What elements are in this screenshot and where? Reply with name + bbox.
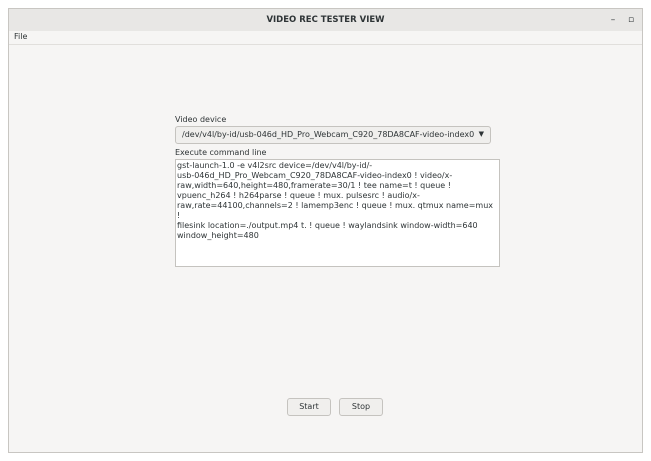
window-title: VIDEO REC TESTER VIEW — [266, 15, 385, 25]
chevron-down-icon: ▼ — [478, 130, 484, 138]
title-bar[interactable]: VIDEO REC TESTER VIEW – ▫ — [9, 9, 642, 32]
video-device-label: Video device — [175, 115, 227, 124]
start-button[interactable]: Start — [287, 398, 331, 416]
command-line-text: gst-launch-1.0 -e v4l2src device=/dev/v4… — [177, 161, 493, 240]
maximize-icon[interactable]: ▫ — [624, 14, 638, 26]
video-device-select[interactable]: /dev/v4l/by-id/usb-046d_HD_Pro_Webcam_C9… — [175, 126, 491, 144]
app-window: VIDEO REC TESTER VIEW – ▫ File Video dev… — [8, 8, 643, 453]
menu-file[interactable]: File — [14, 32, 27, 41]
menu-bar: File — [9, 31, 642, 45]
command-line-label: Execute command line — [175, 148, 267, 157]
stop-button[interactable]: Stop — [339, 398, 383, 416]
minimize-icon[interactable]: – — [606, 14, 620, 26]
command-line-textarea[interactable]: gst-launch-1.0 -e v4l2src device=/dev/v4… — [175, 159, 500, 267]
video-device-value: /dev/v4l/by-id/usb-046d_HD_Pro_Webcam_C9… — [182, 130, 475, 139]
